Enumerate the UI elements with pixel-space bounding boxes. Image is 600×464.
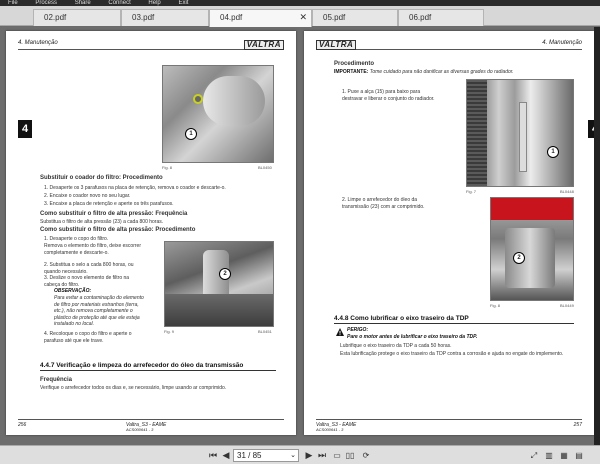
footer-code: ACS000641 - 3 [126,427,154,432]
bottom-toolbar: ⏮ ◀ 31 / 85 ⌄ ▶ ⏭ ▭ ▯▯ ⟳ ⤢ ▥ ▦ ▤ [0,445,600,464]
left-page: 4. Manutenção VALTRA 1 Fig. 8 BL0450 Sub… [6,31,296,435]
zoom-fit-icon[interactable]: ⤢ [528,449,540,462]
frequency-heading: Frequência [40,377,73,383]
document-viewer[interactable]: 4. Manutenção VALTRA 1 Fig. 8 BL0450 Sub… [0,27,600,445]
side-strip [594,27,600,445]
figure-photo: 2 [490,197,574,301]
step-text: 2. Substitua o selo a cada 800 horas, ou… [44,262,134,275]
callout-number: 2 [513,252,525,264]
last-page-icon[interactable]: ⏭ [316,449,328,462]
danger-label: PERIGO: [347,327,369,333]
paragraph: Verifique o arrefecedor todos os dias e,… [40,385,227,391]
important-text: Tome cuidado para não danificar as diver… [369,69,514,75]
tab-label: 04.pdf [220,13,243,22]
next-page-icon[interactable]: ▶ [303,449,315,462]
tab-04[interactable]: 04.pdf ✕ [209,9,312,27]
thumbnail-view-icon[interactable]: ▤ [573,449,585,462]
paragraph: Substitua o filtro de alta pressão (23) … [40,219,164,225]
radiator-grille [467,80,487,186]
handle-part [519,102,527,172]
tab-bar: 02.pdf 03.pdf 04.pdf ✕ 05.pdf 06.pdf [0,6,600,27]
page-number-input[interactable]: 31 / 85 ⌄ [233,449,299,462]
callout-number: 2 [219,268,231,280]
note-text: Para evitar a contaminação do elemento d… [54,295,144,327]
frequency-heading: Como substituir o filtro de alta pressão… [40,211,188,217]
step-text: 1. Desaperte os 3 parafusos na placa de … [44,185,226,191]
page-number: 257 [573,422,582,428]
page-number: 256 [18,422,27,428]
warning-icon [336,328,344,336]
tab-05[interactable]: 05.pdf [312,9,398,26]
filter-highlight [193,94,203,104]
figure-label: Fig. 7 [466,189,477,194]
figure-photo: 1 [162,65,274,163]
step-text: 3. Encaixe a placa de retenção e aperte … [44,201,174,207]
engine-part [165,294,273,326]
header-section: 4. Manutenção [18,40,58,46]
step-text: 3. Deslize o novo elemento de filtro na … [44,275,130,288]
figure-code: BL0448 [560,189,574,194]
step-text: 1. Desaperte o copo do filtro. [44,236,109,242]
step-text: 1. Puxe a alça (15) para baixo para dest… [342,89,435,102]
chapter-tab: 4 [18,120,32,138]
step-text: 4. Recoloque o copo do filtro e aperte o… [44,331,132,344]
prev-page-icon[interactable]: ◀ [220,449,232,462]
callout-number: 1 [547,146,559,158]
figure-label: Fig. 8 [490,303,501,308]
section-heading: 4.4.7 Verificação e limpeza do arrefeced… [40,362,276,371]
first-page-icon[interactable]: ⏮ [207,449,219,462]
section-heading: 4.4.8 Como lubrificar o eixo traseiro da… [334,315,574,324]
chevron-down-icon[interactable]: ⌄ [290,450,296,461]
procedure-heading: Procedimento [334,61,375,67]
brand-logo: VALTRA [316,40,357,50]
close-tab-icon[interactable]: ✕ [299,10,307,25]
figure-label: Fig. 8 [162,165,173,170]
procedure-heading: Substituir o coador do filtro: Procedime… [40,175,163,181]
tab-03[interactable]: 03.pdf [121,9,209,26]
two-page-view-icon[interactable]: ▯▯ [344,449,356,462]
engine-part [203,76,265,126]
tab-06[interactable]: 06.pdf [398,9,484,26]
procedure-heading: Como substituir o filtro de alta pressão… [40,227,196,233]
tab-label: 05.pdf [323,13,346,22]
page-footer: Valtra_S3 - EAME ACS000641 - 3 257 [316,419,582,432]
page-footer: 256 Valtra_S3 - EAME ACS000641 - 3 [18,419,284,432]
step-text: 2. Encaixe o coador novo no seu lugar. [44,193,131,199]
paragraph: Lubrifique o eixo traseiro da TDP a cada… [340,343,452,349]
page-header: 4. Manutenção VALTRA [18,39,284,50]
page-layout-icon[interactable]: ▥ [543,449,555,462]
note-label: OBSERVAÇÃO: [54,288,92,294]
danger-text: Pare o motor antes de lubrificar o eixo … [347,334,478,340]
right-page: VALTRA 4. Manutenção Procedimento IMPORT… [304,31,594,435]
step-text: Remova o elemento do filtro, deixe escor… [44,243,141,256]
brand-logo: VALTRA [243,40,284,50]
paragraph: Esta lubrificação protege o eixo traseir… [340,351,564,357]
tab-label: 06.pdf [409,13,432,22]
step-text: 2. Limpe o arrefecedor do óleo da transm… [342,197,425,210]
tab-label: 03.pdf [132,13,155,22]
figure-code: BL0450 [258,165,272,170]
footer-code: ACS000641 - 3 [316,427,344,432]
figure-label: Fig. 9 [164,329,175,334]
page-number-value: 31 / 85 [237,451,262,460]
page-header: VALTRA 4. Manutenção [316,39,582,50]
tab-label: 02.pdf [44,13,67,22]
figure-code: BL0451 [258,329,272,334]
header-section: 4. Manutenção [542,40,582,46]
figure-photo: 2 [164,241,274,327]
rotate-view-icon[interactable]: ⟳ [360,449,372,462]
callout-number: 1 [185,128,197,140]
figure-photo: 1 [466,79,574,187]
important-label: IMPORTANTE: [334,69,369,75]
tab-02[interactable]: 02.pdf [33,9,121,26]
single-page-view-icon[interactable]: ▭ [331,449,343,462]
grid-view-icon[interactable]: ▦ [558,449,570,462]
figure-code: BL0449 [560,303,574,308]
tractor-body [491,198,573,220]
